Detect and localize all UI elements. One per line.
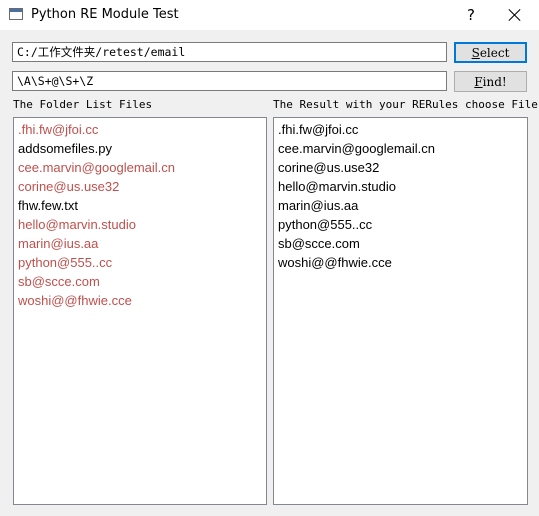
result-list-item[interactable]: hello@marvin.studio xyxy=(274,177,527,196)
app-window-icon xyxy=(9,8,23,20)
folder-list-item[interactable]: cee.marvin@googlemail.cn xyxy=(14,158,266,177)
result-list-item[interactable]: corine@us.use32 xyxy=(274,158,527,177)
close-icon[interactable] xyxy=(502,4,528,26)
result-list-item[interactable]: marin@ius.aa xyxy=(274,196,527,215)
window-title: Python RE Module Test xyxy=(31,7,179,22)
result-list-item[interactable]: cee.marvin@googlemail.cn xyxy=(274,139,527,158)
folder-list-item[interactable]: corine@us.use32 xyxy=(14,177,266,196)
result-list-item[interactable]: python@555..cc xyxy=(274,215,527,234)
result-list-label: The Result with your RERules choose File… xyxy=(273,98,539,111)
folder-list-label: The Folder List Files xyxy=(13,98,153,111)
folder-path-input[interactable] xyxy=(12,42,447,62)
result-list-item[interactable]: .fhi.fw@jfoi.cc xyxy=(274,120,527,139)
select-label: elect xyxy=(479,45,510,60)
find-label: ind! xyxy=(482,74,507,89)
result-file-list[interactable]: .fhi.fw@jfoi.cc cee.marvin@googlemail.cn c… xyxy=(273,117,528,505)
folder-list-item[interactable]: woshi@@fhwie.cce xyxy=(14,291,266,310)
folder-list-item[interactable]: marin@ius.aa xyxy=(14,234,266,253)
find-button[interactable]: Find! xyxy=(454,71,527,92)
result-list-item[interactable]: woshi@@fhwie.cce xyxy=(274,253,527,272)
result-list-item[interactable]: sb@scce.com xyxy=(274,234,527,253)
folder-list-item[interactable]: python@555..cc xyxy=(14,253,266,272)
folder-list-item[interactable]: .fhi.fw@jfoi.cc xyxy=(14,120,266,139)
select-mnemonic: S xyxy=(471,45,480,60)
folder-list-item[interactable]: fhw.few.txt xyxy=(14,196,266,215)
find-mnemonic: F xyxy=(474,74,483,89)
select-button[interactable]: Select xyxy=(454,42,527,63)
title-bar: Python RE Module Test ? xyxy=(0,0,539,30)
folder-file-list[interactable]: .fhi.fw@jfoi.cc addsomefiles.py cee.marvin… xyxy=(13,117,267,505)
folder-list-item[interactable]: hello@marvin.studio xyxy=(14,215,266,234)
folder-list-item[interactable]: addsomefiles.py xyxy=(14,139,266,158)
regex-pattern-input[interactable] xyxy=(12,71,447,91)
folder-list-item[interactable]: sb@scce.com xyxy=(14,272,266,291)
help-button[interactable]: ? xyxy=(459,4,483,26)
